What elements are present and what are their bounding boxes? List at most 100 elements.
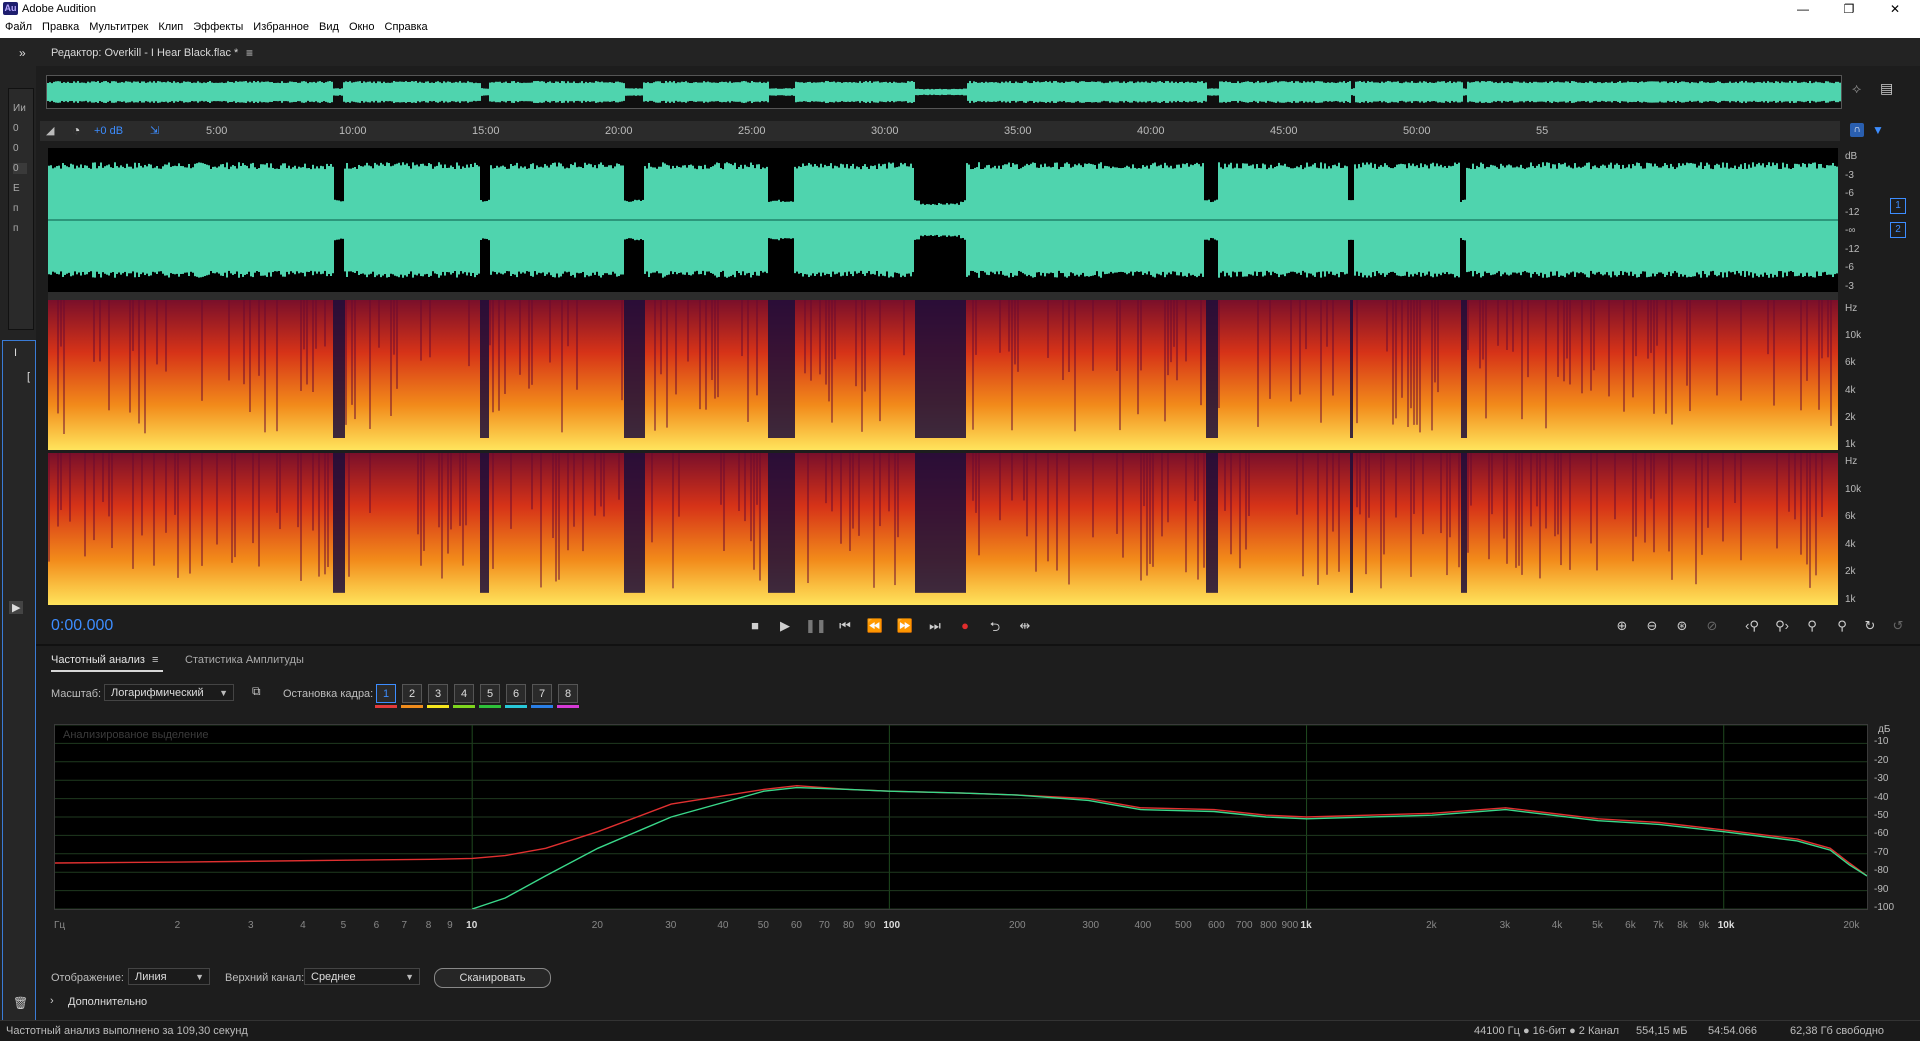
- spectral-view-right[interactable]: [48, 453, 1838, 605]
- status-size: 554,15 мБ: [1636, 1025, 1688, 1037]
- zoom-in-time-icon[interactable]: ⚲: [1802, 618, 1822, 634]
- zoom-full-icon[interactable]: ↻: [1860, 618, 1880, 634]
- play-icon[interactable]: ▶: [9, 601, 24, 614]
- scale-select[interactable]: Логарифмический ▼: [104, 684, 234, 701]
- reset-zoom-icon[interactable]: ↺: [1888, 618, 1908, 634]
- overview-wave-column: [999, 83, 1001, 101]
- frequency-graph[interactable]: Анализированое выделение: [54, 724, 1868, 910]
- zoom-out-amplitude-icon[interactable]: ⊖: [1642, 618, 1662, 634]
- time-ruler[interactable]: ◢ ◔ +0 dB ⇲ 5:00 10:00 15:00 20:00 25:00 30:0…: [40, 121, 1840, 141]
- menu-effects[interactable]: Эффекты: [188, 18, 248, 38]
- snap-icon[interactable]: ⇲: [150, 124, 159, 137]
- menu-view[interactable]: Вид: [314, 18, 344, 38]
- frame-button-7[interactable]: 7: [532, 684, 552, 703]
- overview-wave-column: [1611, 81, 1613, 103]
- spectral-stripe: [1557, 300, 1559, 377]
- go-to-end-icon[interactable]: ⏭: [925, 618, 945, 634]
- zoom-in-amplitude-icon[interactable]: ⊕: [1612, 618, 1632, 634]
- advanced-toggle[interactable]: Дополнительно: [68, 996, 147, 1008]
- menu-favorites[interactable]: Избранное: [248, 18, 314, 38]
- frame-button-2[interactable]: 2: [402, 684, 422, 703]
- fast-forward-icon[interactable]: ⏩: [895, 618, 915, 634]
- frame-button-4[interactable]: 4: [454, 684, 474, 703]
- trash-icon[interactable]: 🗑: [13, 996, 28, 1010]
- menu-window[interactable]: Окно: [344, 18, 380, 38]
- display-select[interactable]: Линия ▼: [128, 968, 210, 985]
- marker-icon[interactable]: ▼: [1872, 123, 1884, 137]
- files-panel-collapsed[interactable]: Ии 0 0 0 E п п: [8, 88, 34, 330]
- frame-button-8[interactable]: 8: [558, 684, 578, 703]
- media-panel-collapsed[interactable]: I [ ▶ 🗑: [2, 340, 36, 1022]
- overview-wave-column: [915, 88, 917, 96]
- spectral-stripe: [1446, 453, 1448, 576]
- top-channel-select[interactable]: Среднее ▼: [304, 968, 420, 985]
- scan-button[interactable]: Сканировать: [434, 968, 551, 988]
- frame-button-5[interactable]: 5: [480, 684, 500, 703]
- stop-icon[interactable]: ■: [745, 618, 765, 633]
- play-icon[interactable]: ▶: [775, 618, 795, 634]
- level-meter-icon[interactable]: ◢: [46, 124, 54, 137]
- spectral-stripe: [849, 453, 851, 551]
- overview-wave-column: [1381, 81, 1383, 103]
- gain-value[interactable]: +0 dB: [94, 125, 123, 137]
- amplitude-tick-label: -3: [1845, 281, 1854, 292]
- record-icon[interactable]: ●: [955, 618, 975, 633]
- overview-wave-column: [811, 82, 813, 102]
- spectral-stripe: [1590, 300, 1592, 391]
- spectral-stripe: [831, 300, 833, 423]
- frame-button-3[interactable]: 3: [428, 684, 448, 703]
- spectral-view-left[interactable]: [48, 300, 1838, 450]
- tab-frequency-analysis[interactable]: Частотный анализ: [51, 654, 145, 666]
- chevron-double-right-icon[interactable]: »: [19, 46, 26, 60]
- spectral-stripe: [1647, 300, 1649, 359]
- panel-layout-icon[interactable]: ▤: [1880, 80, 1893, 97]
- menu-multitrack[interactable]: Мультитрек: [84, 18, 153, 38]
- spectral-stripe: [201, 453, 203, 566]
- rewind-icon[interactable]: ⏪: [865, 618, 885, 634]
- view-splitter[interactable]: [48, 292, 1838, 300]
- spectral-stripe: [1068, 300, 1070, 372]
- menu-help[interactable]: Справка: [380, 18, 433, 38]
- minimize-icon[interactable]: —: [1780, 0, 1826, 18]
- restore-icon[interactable]: ❐: [1826, 0, 1872, 18]
- tab-menu-icon[interactable]: ≡: [152, 654, 158, 666]
- zoom-out-time-icon[interactable]: ⚲: [1832, 618, 1852, 634]
- headphones-icon[interactable]: ∩: [1850, 123, 1864, 137]
- editor-title[interactable]: Редактор: Overkill - I Hear Black.flac *: [51, 47, 238, 59]
- timecode-display[interactable]: 0:00.000: [51, 617, 113, 635]
- overview-wave-column: [1709, 82, 1711, 102]
- menu-edit[interactable]: Правка: [37, 18, 84, 38]
- loop-icon[interactable]: ⮌: [985, 618, 1005, 640]
- spectral-stripe: [201, 300, 203, 401]
- editor-menu-icon[interactable]: ≡: [246, 46, 253, 60]
- overview-waveform[interactable]: [46, 75, 1842, 109]
- overview-wave-column: [1061, 82, 1063, 102]
- pause-icon[interactable]: ❚❚: [805, 618, 827, 634]
- close-icon[interactable]: ✕: [1872, 0, 1918, 18]
- zoom-navigator-icon[interactable]: ⟡: [1852, 80, 1861, 97]
- menu-file[interactable]: Файл: [0, 18, 37, 38]
- frame-button-1[interactable]: 1: [376, 684, 396, 703]
- overview-wave-column: [995, 82, 997, 102]
- zoom-in-left-icon[interactable]: ‹⚲: [1742, 618, 1762, 634]
- menu-clip[interactable]: Клип: [153, 18, 188, 38]
- zoom-to-selection-icon[interactable]: ⊛: [1672, 618, 1692, 634]
- gain-knob-icon[interactable]: ◔: [72, 122, 80, 138]
- scale-label: Масштаб:: [51, 688, 102, 700]
- chevron-right-icon[interactable]: ›: [50, 995, 54, 1007]
- overview-wave-column: [1089, 81, 1091, 103]
- zoom-out-full-icon[interactable]: ⊘: [1702, 618, 1722, 634]
- overview-wave-column: [1463, 88, 1465, 96]
- copy-icon[interactable]: ⧉: [252, 684, 261, 699]
- zoom-in-right-icon[interactable]: ⚲›: [1772, 618, 1792, 634]
- tab-amplitude-statistics[interactable]: Статистика Амплитуды: [185, 654, 304, 666]
- channel-2-badge[interactable]: 2: [1890, 222, 1906, 238]
- go-to-start-icon[interactable]: ⏮: [835, 618, 855, 634]
- skip-selection-icon[interactable]: ⇹: [1015, 618, 1035, 634]
- frame-button-6[interactable]: 6: [506, 684, 526, 703]
- overview-wave-column: [1525, 82, 1527, 102]
- channel-1-badge[interactable]: 1: [1890, 198, 1906, 214]
- waveform-view[interactable]: [48, 148, 1838, 292]
- panel-separator[interactable]: [36, 644, 1920, 646]
- spectral-stripe: [975, 453, 977, 513]
